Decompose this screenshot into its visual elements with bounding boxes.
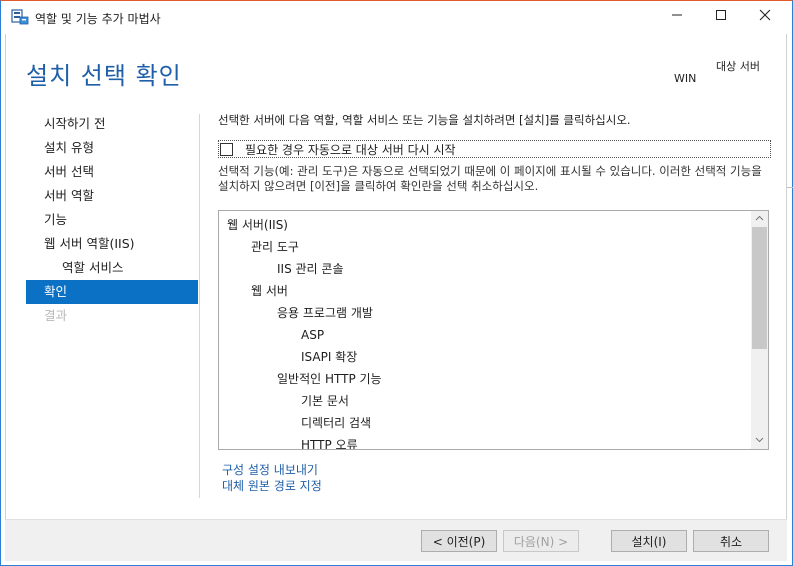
list-item: ASP — [301, 328, 325, 342]
nav-item-results: 결과 — [44, 308, 68, 323]
export-config-link[interactable]: 구성 설정 내보내기 — [222, 462, 322, 478]
list-item: 일반적인 HTTP 기능 — [277, 372, 382, 386]
close-button[interactable] — [743, 1, 787, 33]
scroll-down-icon[interactable] — [751, 433, 768, 449]
previous-button[interactable]: < 이전(P) — [421, 530, 497, 552]
wizard-body: 설치 선택 확인 대상 서버 WIN 시작하기 전 설치 유형 서버 선택 서버… — [5, 34, 787, 561]
nav-item-confirmation[interactable]: 확인 — [26, 280, 198, 304]
list-item: 관리 도구 — [251, 240, 299, 254]
cancel-button[interactable]: 취소 — [693, 530, 769, 552]
maximize-icon — [715, 9, 727, 25]
list-item: 웹 서버 — [251, 284, 288, 298]
next-button: 다음(N) > — [503, 530, 579, 552]
list-item: ISAPI 확장 — [301, 350, 358, 364]
wizard-window: 역할 및 기능 추가 마법사 설치 선택 확인 대상 서버 WIN 시작하기 전… — [0, 0, 793, 566]
list-item: IIS 관리 콘솔 — [277, 262, 344, 276]
intro-text: 선택한 서버에 다음 역할, 역할 서비스 또는 기능을 설치하려면 [설치]를… — [218, 113, 631, 127]
nav-item-features[interactable]: 기능 — [26, 208, 198, 232]
scroll-thumb[interactable] — [752, 227, 767, 349]
title-bar[interactable]: 역할 및 기능 추가 마법사 — [1, 1, 792, 33]
selection-list[interactable]: 웹 서버(IIS) 관리 도구 IIS 관리 콘솔 웹 서버 응용 프로그램 개… — [218, 210, 769, 450]
links: 구성 설정 내보내기 대체 원본 경로 지정 — [222, 462, 322, 494]
install-button[interactable]: 설치(I) — [611, 530, 687, 552]
minimize-icon — [671, 9, 683, 25]
nav-item-web-server-role[interactable]: 웹 서버 역할(IIS) — [26, 232, 198, 256]
list-item: 디렉터리 검색 — [301, 416, 372, 430]
nav-item-server-selection[interactable]: 서버 선택 — [26, 160, 198, 184]
list-item: 웹 서버(IIS) — [227, 218, 288, 232]
wizard-nav: 시작하기 전 설치 유형 서버 선택 서버 역할 기능 웹 서버 역할(IIS)… — [26, 112, 198, 328]
page-title: 설치 선택 확인 — [26, 62, 182, 90]
destination-server-value: WIN — [674, 72, 697, 85]
restart-checkbox[interactable] — [220, 142, 233, 156]
window-edge-line — [787, 187, 793, 188]
scroll-up-icon[interactable] — [751, 211, 768, 227]
optional-features-note: 선택적 기능(예: 관리 도구)은 자동으로 선택되었기 때문에 이 페이지에 … — [218, 164, 762, 193]
nav-item-installation-type[interactable]: 설치 유형 — [26, 136, 198, 160]
nav-divider — [199, 114, 200, 498]
nav-item-server-roles[interactable]: 서버 역할 — [26, 184, 198, 208]
restart-checkbox-label[interactable]: 필요한 경우 자동으로 대상 서버 다시 시작 — [245, 141, 456, 158]
nav-item-before-you-begin[interactable]: 시작하기 전 — [26, 112, 198, 136]
footer-bar: < 이전(P) 다음(N) > 설치(I) 취소 — [5, 520, 787, 561]
selection-list-items: 웹 서버(IIS) 관리 도구 IIS 관리 콘솔 웹 서버 응용 프로그램 개… — [219, 211, 749, 450]
main-content: 선택한 서버에 다음 역할, 역할 서비스 또는 기능을 설치하려면 [설치]를… — [218, 112, 778, 493]
minimize-button[interactable] — [655, 1, 699, 33]
nav-item-role-services[interactable]: 역할 서비스 — [26, 256, 198, 280]
list-item: 기본 문서 — [301, 394, 349, 408]
close-icon — [759, 9, 771, 25]
list-item: HTTP 오류 — [301, 438, 358, 450]
maximize-button[interactable] — [699, 1, 743, 33]
destination-server-label: 대상 서버 — [716, 60, 760, 73]
list-scrollbar[interactable] — [751, 211, 768, 449]
alternate-source-link[interactable]: 대체 원본 경로 지정 — [222, 478, 322, 494]
restart-checkbox-row[interactable]: 필요한 경우 자동으로 대상 서버 다시 시작 — [218, 140, 771, 158]
window-title: 역할 및 기능 추가 마법사 — [35, 12, 161, 26]
server-manager-icon — [11, 9, 29, 25]
list-item: 응용 프로그램 개발 — [277, 306, 373, 320]
